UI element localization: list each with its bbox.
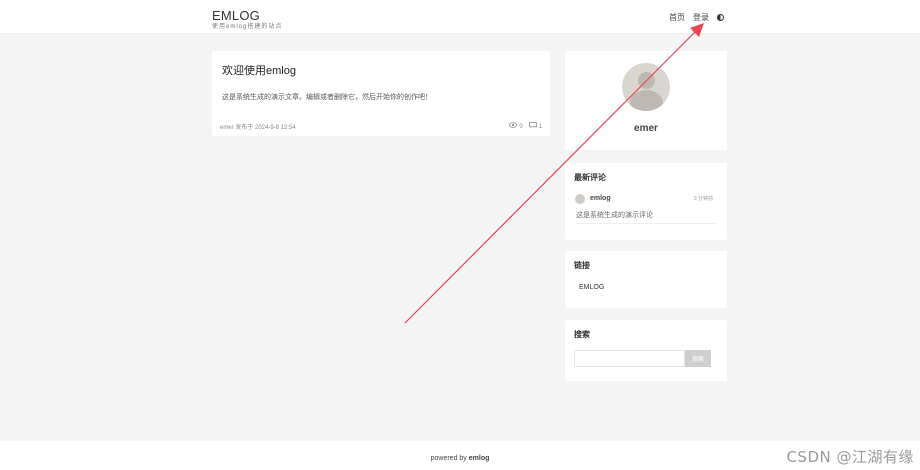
site-brand[interactable]: EMLOG 使用emlog搭建的站点 <box>212 9 282 31</box>
post-stats: 0 1 <box>509 122 542 130</box>
eye-icon <box>509 122 518 128</box>
search-input[interactable] <box>574 350 685 367</box>
nav-login-link[interactable]: 登录 <box>693 12 709 23</box>
recent-comments-widget: 最新评论 emlog 3 分钟前 这是系统生成的演示评论 <box>565 163 727 240</box>
comment-user: emlog <box>590 195 611 202</box>
comments-count[interactable]: 1 <box>528 122 542 130</box>
footer-brand-link[interactable]: emlog <box>469 455 490 462</box>
comment-avatar <box>575 194 585 204</box>
search-title: 搜索 <box>574 330 590 339</box>
site-header: EMLOG 使用emlog搭建的站点 首页 登录 <box>0 0 920 34</box>
profile-card: emer <box>565 51 727 150</box>
search-button[interactable]: 搜索 <box>685 350 711 367</box>
views-count: 0 <box>509 122 523 130</box>
avatar-body-shape <box>630 90 663 111</box>
profile-name: emer <box>634 123 658 134</box>
comment-text[interactable]: 这是系统生成的演示评论 <box>576 210 653 220</box>
link-emlog[interactable]: EMLOG <box>579 284 604 291</box>
site-title[interactable]: EMLOG <box>212 9 282 23</box>
theme-toggle-icon[interactable] <box>717 14 724 21</box>
top-nav: 首页 登录 <box>669 12 724 23</box>
links-title: 链接 <box>574 261 590 270</box>
nav-home-link[interactable]: 首页 <box>669 12 685 23</box>
site-footer: powered by emlog <box>0 441 920 470</box>
profile-avatar <box>622 63 670 111</box>
site-subtitle: 使用emlog搭建的站点 <box>212 24 283 30</box>
comment-icon <box>528 122 537 128</box>
post-title[interactable]: 欢迎使用emlog <box>222 62 296 78</box>
comment-divider <box>575 223 717 224</box>
recent-comments-title: 最新评论 <box>574 173 606 182</box>
links-widget: 链接 EMLOG <box>565 251 727 308</box>
footer-prefix: powered by <box>430 455 467 462</box>
footer-text: powered by emlog <box>0 455 920 462</box>
post-excerpt: 这是系统生成的演示文章。编辑或者删除它，然后开始你的创作吧！ <box>222 94 432 101</box>
avatar-head-shape <box>638 72 655 89</box>
comments-value: 1 <box>538 124 542 130</box>
comment-time: 3 分钟前 <box>693 196 713 202</box>
post-card: 欢迎使用emlog 这是系统生成的演示文章。编辑或者删除它，然后开始你的创作吧！… <box>212 51 550 136</box>
views-value: 0 <box>519 124 523 130</box>
csdn-watermark: CSDN @江湖有缘 <box>786 448 914 466</box>
search-widget: 搜索 搜索 <box>565 320 727 381</box>
post-meta: emer 发布于 2024-9-8 12:54 <box>220 125 296 131</box>
